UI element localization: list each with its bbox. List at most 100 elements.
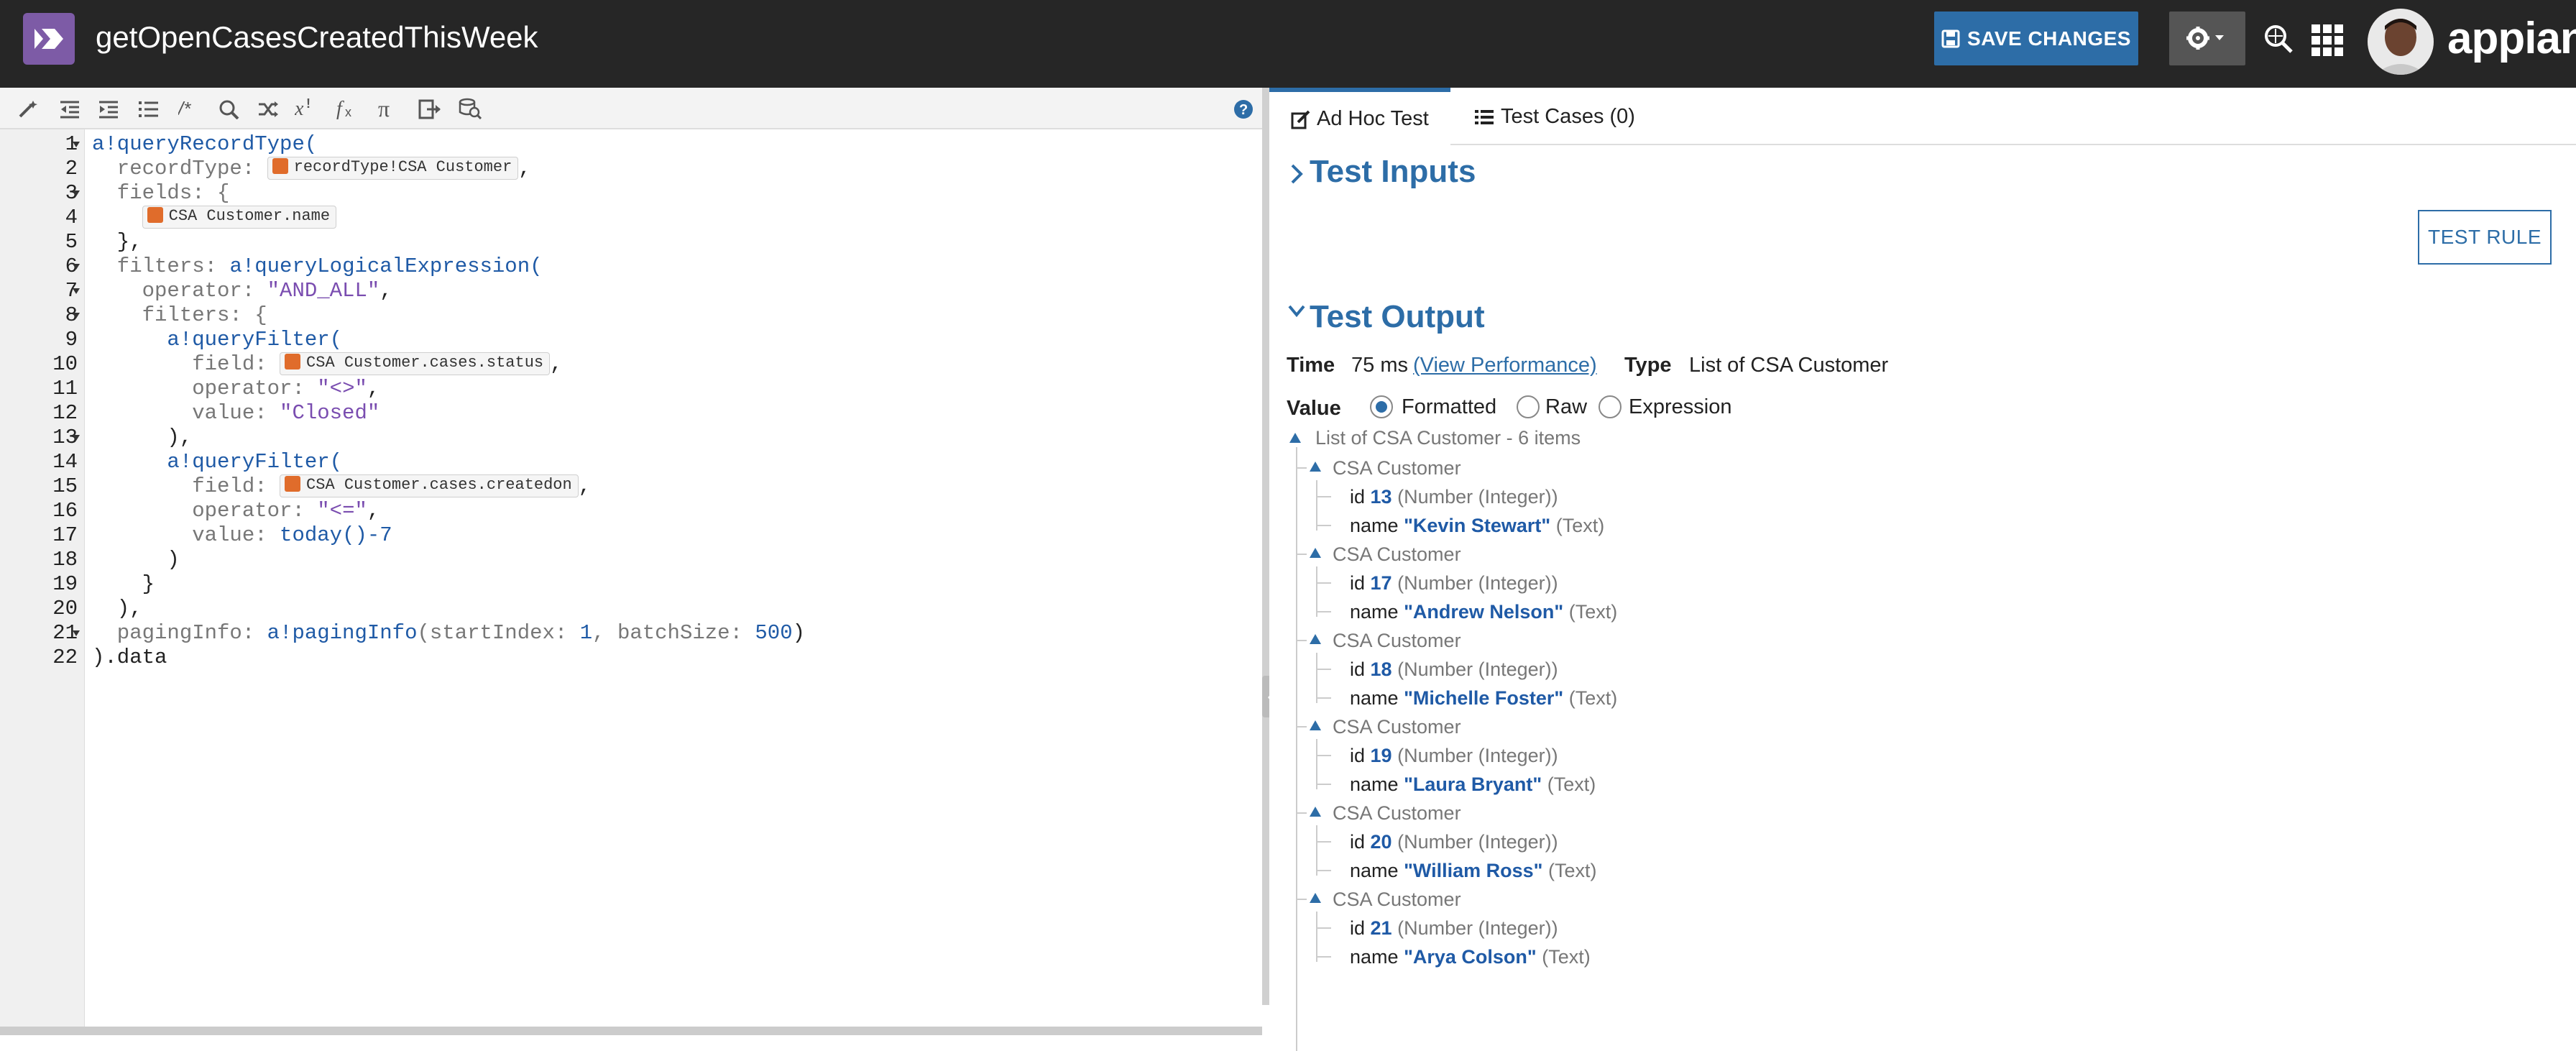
item-type-label: CSA Customer: [1333, 716, 1461, 738]
raw-radio[interactable]: [1517, 395, 1540, 418]
test-inputs-heading[interactable]: Test Inputs: [1310, 154, 1476, 190]
id-type: (Number (Integer)): [1397, 658, 1558, 680]
collapse-triangle-icon[interactable]: [1310, 893, 1321, 903]
tree-line: [1316, 653, 1317, 703]
expression-radio-label[interactable]: Expression: [1629, 394, 1731, 420]
name-label: name: [1350, 774, 1399, 795]
code-token: a!queryLogicalExpression(: [229, 254, 543, 278]
tab-test-cases[interactable]: Test Cases (0): [1475, 88, 1690, 145]
outdent-icon[interactable]: [59, 99, 80, 119]
value-label: Value: [1287, 397, 1341, 420]
collapse-triangle-icon[interactable]: [1289, 433, 1301, 443]
collapse-triangle-icon[interactable]: [1310, 807, 1321, 817]
formatted-radio-label[interactable]: Formatted: [1402, 394, 1496, 420]
view-performance-link[interactable]: (View Performance): [1413, 352, 1597, 378]
settings-menu-button[interactable]: [2169, 12, 2245, 65]
svg-text:π: π: [378, 98, 390, 119]
record-field-chip[interactable]: CSA Customer.cases.createdon: [280, 474, 579, 498]
user-avatar[interactable]: [2368, 9, 2434, 75]
chip-label: CSA Customer.cases.createdon: [306, 476, 572, 495]
id-value: 21: [1370, 917, 1392, 939]
id-field: id 18 (Number (Integer)): [1350, 657, 1558, 681]
id-value: 18: [1370, 658, 1392, 680]
code-token: filters:: [92, 254, 230, 278]
test-output-heading[interactable]: Test Output: [1310, 299, 1485, 335]
fold-marker-icon[interactable]: [72, 189, 80, 198]
code-token: ),: [92, 597, 142, 620]
tree-line: [1317, 870, 1331, 871]
fold-marker-icon[interactable]: [72, 629, 80, 638]
constant-icon[interactable]: π: [378, 98, 401, 119]
comment-icon[interactable]: /*: [178, 98, 203, 119]
save-changes-button[interactable]: SAVE CHANGES: [1934, 12, 2138, 65]
editor-resize-bar[interactable]: [0, 1027, 1262, 1035]
collapse-triangle-icon[interactable]: [1310, 548, 1321, 558]
expression-radio[interactable]: [1598, 395, 1622, 418]
code-line: }: [92, 572, 155, 597]
record-type-chip[interactable]: recordType!CSA Customer: [267, 157, 519, 180]
line-number: 2: [65, 157, 78, 180]
code-token: ): [792, 621, 806, 645]
collapse-triangle-icon[interactable]: [1310, 462, 1321, 472]
fold-marker-icon[interactable]: [72, 311, 80, 320]
id-type: (Number (Integer)): [1397, 917, 1558, 939]
shuffle-icon[interactable]: [257, 99, 279, 119]
collapse-triangle-icon[interactable]: [1310, 720, 1321, 730]
id-value: 13: [1370, 486, 1392, 508]
brand-wordmark: appian: [2447, 14, 2576, 63]
record-field-icon: [285, 353, 301, 370]
name-type: (Text): [1542, 946, 1591, 968]
tab-ad-hoc-test[interactable]: Ad Hoc Test: [1269, 88, 1450, 145]
app-grid-icon[interactable]: [2312, 24, 2343, 56]
test-rule-button[interactable]: TEST RULE: [2418, 210, 2552, 265]
indent-icon[interactable]: [98, 99, 119, 119]
pane-splitter[interactable]: [1262, 88, 1269, 1005]
name-field: name "Arya Colson" (Text): [1350, 945, 1591, 969]
help-icon[interactable]: ?: [1233, 99, 1254, 119]
tree-line: [1317, 841, 1331, 843]
list-format-icon[interactable]: [138, 99, 160, 119]
fold-marker-icon[interactable]: [72, 262, 80, 271]
variable-icon[interactable]: x!: [295, 96, 321, 119]
code-line: value: today()-7: [92, 523, 392, 548]
chevron-right-icon[interactable]: [1289, 161, 1304, 187]
line-number: 1: [65, 132, 78, 156]
type-value: List of CSA Customer: [1689, 354, 1889, 377]
code-token: operator:: [92, 499, 318, 523]
tree-line: [1316, 739, 1317, 789]
save-changes-label: SAVE CHANGES: [1967, 27, 2131, 50]
code-token: ),: [92, 426, 193, 449]
fold-marker-icon[interactable]: [72, 140, 80, 149]
svg-text:?: ?: [1239, 102, 1248, 118]
global-search-icon[interactable]: [2263, 23, 2296, 56]
magic-wand-icon[interactable]: [17, 99, 39, 119]
name-type: (Text): [1547, 860, 1597, 881]
raw-radio-label[interactable]: Raw: [1545, 394, 1587, 420]
fold-marker-icon[interactable]: [72, 287, 80, 295]
export-icon[interactable]: [418, 99, 441, 119]
name-value: "William Ross": [1404, 860, 1543, 881]
find-icon[interactable]: [218, 99, 240, 119]
code-token: "AND_ALL": [267, 279, 380, 303]
code-token: operator:: [92, 377, 318, 400]
code-area[interactable]: a!queryRecordType( recordType: recordTyp…: [92, 129, 1256, 1027]
function-icon[interactable]: fx: [336, 96, 362, 119]
code-line: a!queryFilter(: [92, 328, 342, 352]
fold-marker-icon[interactable]: [72, 433, 80, 442]
id-field: id 21 (Number (Integer)): [1350, 916, 1558, 940]
formatted-radio[interactable]: [1370, 395, 1393, 418]
name-type: (Text): [1555, 515, 1605, 536]
test-tabs: Ad Hoc Test Test Cases (0): [1269, 88, 2576, 145]
id-label: id: [1350, 658, 1366, 680]
record-field-icon: [147, 206, 163, 223]
gear-icon: [2186, 27, 2224, 50]
record-field-chip[interactable]: CSA Customer.name: [142, 206, 337, 229]
record-field-chip[interactable]: CSA Customer.cases.status: [280, 352, 551, 376]
data-preview-icon[interactable]: [459, 98, 482, 119]
name-label: name: [1350, 860, 1399, 881]
tab-label: Test Cases (0): [1501, 105, 1635, 128]
svg-text:x: x: [295, 98, 304, 119]
chevron-down-icon[interactable]: [1287, 303, 1307, 319]
collapse-triangle-icon[interactable]: [1310, 634, 1321, 644]
code-line: ),: [92, 597, 142, 621]
